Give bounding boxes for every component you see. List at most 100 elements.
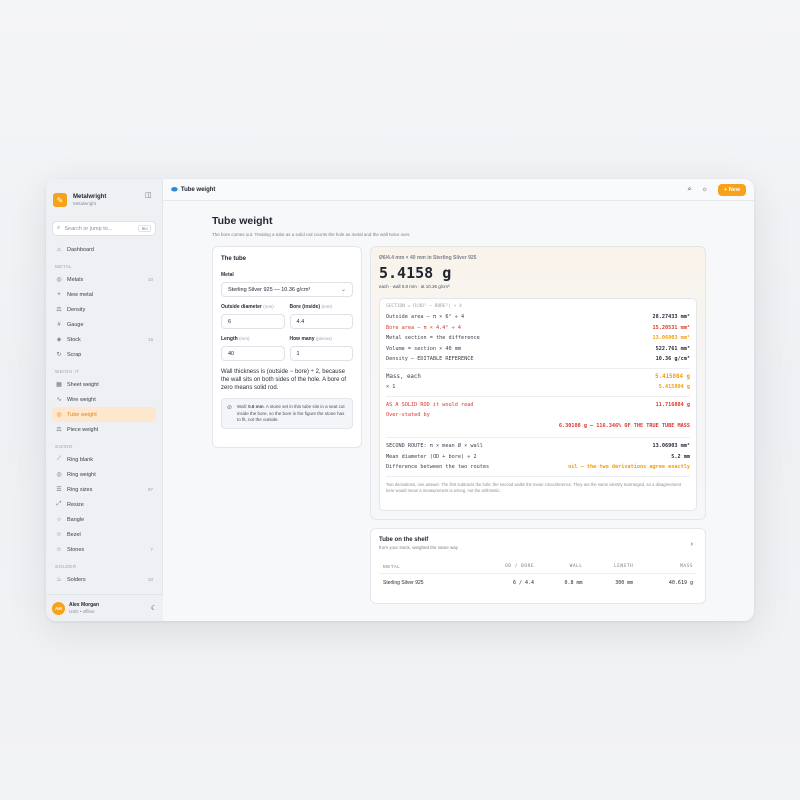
sidebar-item-label: Ring weight <box>67 471 96 478</box>
avatar: AM <box>52 601 65 615</box>
table-cell: 0.8 mm <box>564 580 583 586</box>
od-label: Outside diameter (mm) <box>221 304 274 310</box>
sidebar-toggle-icon[interactable]: ◫ <box>145 191 152 199</box>
tube-input-card: The tube Metal Sterling Silver 925 — 10.… <box>212 246 362 448</box>
brand: ✎ Metalwright Metalwright <box>52 185 156 215</box>
search-icon: ⌕ <box>57 225 61 231</box>
sidebar-item-bezel[interactable]: ☆ Bezel <box>52 527 156 542</box>
topbar: ⬬ Tube weight ⌕ ☼ + New <box>163 179 754 201</box>
search-shortcut: ⌘K <box>138 225 151 232</box>
search-input[interactable]: ⌕ Search or jump to... ⌘K <box>52 221 156 236</box>
ruler-icon: ⟋ <box>56 456 62 462</box>
sidebar-item-label: Density <box>67 306 86 313</box>
how-many-input[interactable]: 1 <box>289 346 353 361</box>
sidebar-item-stock[interactable]: ◈ Stock 16 <box>52 332 156 347</box>
outside-diameter-input[interactable]: 6 <box>221 314 285 329</box>
search-icon[interactable]: ⌕ <box>688 186 692 194</box>
sun-icon[interactable]: ☼ <box>702 186 708 193</box>
sidebar-item-density[interactable]: ⚖ Density <box>52 302 156 317</box>
grid-icon: ▦ <box>56 382 62 388</box>
sidebar-item-label: Ring sizes <box>67 486 93 493</box>
user-profile[interactable]: AM Alex Morgan USD • offline ☾ <box>46 594 163 621</box>
sidebar-item-tube-weight[interactable]: ◎ Tube weight <box>52 407 156 422</box>
footnote: Two derivations, one answer. The first s… <box>386 481 681 493</box>
derivation-row: Difference between the two routes nil — t… <box>386 464 690 471</box>
sidebar-item-label: New metal <box>67 291 93 298</box>
sidebar-item-label: Dashboard <box>67 246 94 253</box>
sidebar-item-gauge[interactable]: # Gauge <box>52 317 156 332</box>
user-name: Alex Morgan <box>69 602 100 608</box>
sidebar-item-label: Bangle <box>67 516 85 523</box>
sidebar-item-solders[interactable]: ♨ Solders 10 <box>52 572 156 587</box>
derivation-row: Bore area — π × 4.4² ÷ 4 15.20531 mm² <box>386 324 690 331</box>
moon-icon[interactable]: ☾ <box>151 604 157 612</box>
sidebar-item-scrap[interactable]: ↻ Scrap <box>52 347 156 362</box>
derivation-row: Mean diameter (OD + bore) ÷ 2 5.2 mm <box>386 453 690 460</box>
star-icon: ☆ <box>56 532 62 538</box>
resize-icon: ⤢ <box>56 501 62 507</box>
metal-select[interactable]: Sterling Silver 925 — 10.36 g/cm³ ⌄ <box>221 282 353 297</box>
sidebar-item-count: 97 <box>147 487 153 492</box>
sidebar-item-resize[interactable]: ⤢ Resize <box>52 497 156 512</box>
result-mass: 5.4158 g <box>379 264 452 282</box>
app-name: Metalwright <box>73 194 107 200</box>
length-label: Length (mm) <box>221 336 250 342</box>
hash-icon: # <box>57 321 61 328</box>
sidebar-item-sheet-weight[interactable]: ▦ Sheet weight <box>52 377 156 392</box>
sidebar-item-label: Sheet weight <box>67 381 99 388</box>
sidebar-item-label: Bezel <box>67 531 81 538</box>
app-subtitle: Metalwright <box>73 201 97 206</box>
ruler-logo-icon: ✎ <box>53 193 67 207</box>
link-icon: ⊘ <box>227 405 233 412</box>
column-header: LENGTH <box>586 560 638 574</box>
bore-label: Bore (inside) (mm) <box>289 304 332 310</box>
sidebar-item-label: Solders <box>67 576 86 583</box>
topbar-title: Tube weight <box>180 186 216 193</box>
sidebar-item-new-metal[interactable]: + New metal <box>52 287 156 302</box>
sidebar-item-metals[interactable]: ◎ Metals 10 <box>52 272 156 287</box>
sidebar-item-ring-sizes[interactable]: ☰ Ring sizes 97 <box>52 482 156 497</box>
sidebar-item-piece-weight[interactable]: ⚖ Piece weight <box>52 422 156 437</box>
bore-input[interactable]: 4.4 <box>289 314 353 329</box>
wall-hint: ⊘ Wall: 0.8 mm. A stone set in this tube… <box>221 398 353 430</box>
table-cell: Sterling Silver 925 <box>383 580 424 586</box>
derivation-box: SECTION = Π(OD² − BORE²) ÷ 4 Outside are… <box>379 298 697 511</box>
plus-icon: + <box>57 291 61 298</box>
shelf-card[interactable]: Tube on the shelf from your stock, weigh… <box>370 528 706 604</box>
new-button-label: New <box>728 186 740 193</box>
metal-label: Metal <box>221 272 234 278</box>
column-header: WALL <box>538 560 587 574</box>
section-label: WEIGH IT <box>55 369 80 374</box>
sidebar-item-label: Gauge <box>67 321 84 328</box>
sidebar-item-label: Piece weight <box>67 426 99 433</box>
section-label: SOLDER <box>55 564 77 569</box>
sidebar-item-count: 10 <box>147 577 153 582</box>
sidebar: ✎ Metalwright Metalwright ◫ ⌕ Search or … <box>46 179 163 621</box>
derivation-row: Outside area — π × 6² ÷ 4 28.27433 mm² <box>386 314 690 321</box>
new-button[interactable]: + New <box>717 183 746 196</box>
length-input[interactable]: 40 <box>221 346 285 361</box>
sidebar-item-label: Scrap <box>67 351 82 358</box>
card-heading: The tube <box>221 256 246 262</box>
derivation-row: Metal section = the difference 13.06903 m… <box>386 335 690 342</box>
user-status: USD • offline <box>69 609 95 614</box>
sidebar-item-wire-weight[interactable]: ∿ Wire weight <box>52 392 156 407</box>
scale-icon: ⚖ <box>56 427 62 433</box>
chevron-right-icon[interactable]: › <box>691 541 693 548</box>
sidebar-item-ring-weight[interactable]: ◎ Ring weight <box>52 467 156 482</box>
chevron-down-icon: ⌄ <box>340 287 346 293</box>
sidebar-item-ring-blank[interactable]: ⟋ Ring blank <box>52 452 156 467</box>
sidebar-item-bangle[interactable]: ○ Bangle <box>52 512 156 527</box>
home-icon: ⌂ <box>57 246 61 253</box>
sidebar-item-dashboard[interactable]: ⌂ Dashboard <box>52 242 156 257</box>
sidebar-item-label: Wire weight <box>67 396 96 403</box>
app-window: ✎ Metalwright Metalwright ◫ ⌕ Search or … <box>46 179 754 621</box>
flame-icon: ♨ <box>56 577 62 583</box>
metal-select-value: Sterling Silver 925 — 10.36 g/cm³ <box>228 286 311 293</box>
wave-icon: ∿ <box>56 397 62 403</box>
table-row[interactable]: Sterling Silver 925 6 / 4.4 0.8 mm 300 mm 40… <box>379 574 697 593</box>
sidebar-item-count: 16 <box>147 337 153 342</box>
sidebar-item-label: Metals <box>67 276 84 283</box>
sidebar-item-stones[interactable]: ☆ Stones 7 <box>52 542 156 557</box>
column-header: MASS <box>637 560 697 574</box>
